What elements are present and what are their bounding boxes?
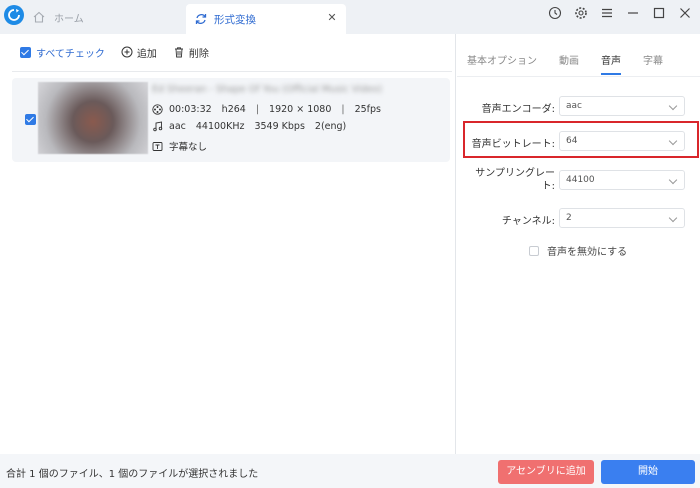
close-tab-icon[interactable]: ✕ (326, 12, 338, 24)
select-all-checkbox[interactable] (20, 46, 31, 58)
video-meta: 00:03:32 h264 | 1920 × 1080 | 25fps (152, 104, 391, 115)
chevron-down-icon (668, 136, 678, 146)
tabs-divider (457, 76, 700, 77)
settings-gear-icon[interactable] (574, 6, 588, 20)
subtitle-status: 字幕なし (169, 142, 208, 153)
delete-button-label: 削除 (188, 48, 209, 60)
music-note-icon (153, 121, 163, 132)
tab-audio[interactable]: 音声 (601, 52, 621, 75)
title-bar: ホーム 形式変換 ✕ (0, 0, 700, 34)
duration: 00:03:32 (169, 104, 212, 115)
sample-rate: 44100KHz (195, 121, 245, 132)
history-icon[interactable] (548, 6, 562, 20)
audio-codec: aac (169, 121, 186, 132)
tab-format-conversion-label: 形式変換 (214, 14, 256, 26)
status-text: 合計 1 個のファイル、1 個のファイルが選択されました (6, 469, 259, 480)
channel-value: 2 (566, 213, 572, 223)
tab-subtitle[interactable]: 字幕 (643, 52, 663, 75)
chevron-down-icon (668, 175, 678, 185)
subtitle-meta: 字幕なし (152, 139, 217, 153)
channel-label: チャンネル: (501, 216, 555, 227)
home-icon (33, 11, 45, 23)
tab-home[interactable]: ホーム (32, 0, 182, 34)
add-button-label: 追加 (136, 48, 157, 60)
options-tabs: 基本オプション 動画 音声 字幕 (467, 52, 685, 75)
audio-bitrate-select[interactable]: 64 (559, 131, 685, 151)
file-checkbox[interactable] (25, 114, 36, 125)
app-logo-icon (4, 5, 24, 25)
sampling-rate-label-line1: サンプリングレー (475, 168, 555, 179)
options-pane: 基本オプション 動画 音声 字幕 音声エンコーダ: aac 音声ビットレート: … (457, 34, 700, 454)
add-button[interactable]: 追加 (121, 45, 157, 60)
audio-encoder-select[interactable]: aac (559, 96, 685, 116)
file-title: Ed Sheeran - Shape Of You (Official Musi… (152, 84, 383, 95)
video-thumbnail (38, 82, 148, 154)
chevron-down-icon (668, 213, 678, 223)
chevron-down-icon (668, 101, 678, 111)
audio-meta: aac 44100KHz 3549 Kbps 2(eng) (152, 121, 356, 132)
maximize-icon[interactable] (652, 6, 666, 20)
tab-format-conversion[interactable]: 形式変換 ✕ (186, 4, 346, 34)
bottom-bar: 合計 1 個のファイル、1 個のファイルが選択されました アセンブリに追加 開始 (0, 454, 700, 488)
resolution: 1920 × 1080 (269, 104, 332, 115)
delete-button[interactable]: 削除 (173, 45, 209, 60)
tab-basic-options[interactable]: 基本オプション (467, 52, 537, 75)
convert-icon (195, 14, 207, 24)
start-button[interactable]: 開始 (601, 460, 695, 484)
file-toolbar: すべてチェック 追加 削除 (20, 44, 209, 60)
sampling-rate-label-line2: ト: (541, 181, 555, 192)
audio-bitrate-label: 音声ビットレート: (471, 139, 555, 150)
menu-icon[interactable] (600, 6, 614, 20)
frame-rate: 25fps (354, 104, 382, 115)
mute-audio-label: 音声を無効にする (547, 247, 628, 258)
sampling-rate-select[interactable]: 44100 (559, 170, 685, 190)
mute-audio-option[interactable]: 音声を無効にする (529, 243, 627, 258)
audio-bitrate: 3549 Kbps (254, 121, 305, 132)
tab-home-label: ホーム (54, 13, 84, 25)
video-codec: h264 (221, 104, 246, 115)
film-reel-icon (152, 104, 163, 115)
channel-select[interactable]: 2 (559, 208, 685, 228)
select-all-label[interactable]: すべてチェック (36, 45, 105, 60)
file-list-pane: すべてチェック 追加 削除 Ed Sheeran - Shape Of You … (0, 34, 456, 454)
add-circle-icon (121, 46, 133, 58)
audio-channels: 2(eng) (314, 121, 347, 132)
mute-audio-checkbox[interactable] (529, 245, 539, 256)
sampling-rate-label: サンプリングレー ト: (467, 167, 555, 193)
close-window-icon[interactable] (678, 6, 692, 20)
sampling-rate-value: 44100 (566, 175, 595, 185)
audio-encoder-value: aac (566, 101, 582, 111)
trash-icon (174, 47, 183, 58)
tab-video[interactable]: 動画 (559, 52, 579, 75)
minimize-icon[interactable] (626, 6, 640, 20)
audio-encoder-label: 音声エンコーダ: (481, 104, 555, 115)
divider (12, 71, 452, 72)
main-content: すべてチェック 追加 削除 Ed Sheeran - Shape Of You … (0, 34, 700, 454)
audio-bitrate-value: 64 (566, 136, 578, 146)
add-to-assembly-button[interactable]: アセンブリに追加 (498, 460, 594, 484)
file-item[interactable]: Ed Sheeran - Shape Of You (Official Musi… (12, 78, 450, 162)
subtitle-icon (152, 141, 163, 151)
